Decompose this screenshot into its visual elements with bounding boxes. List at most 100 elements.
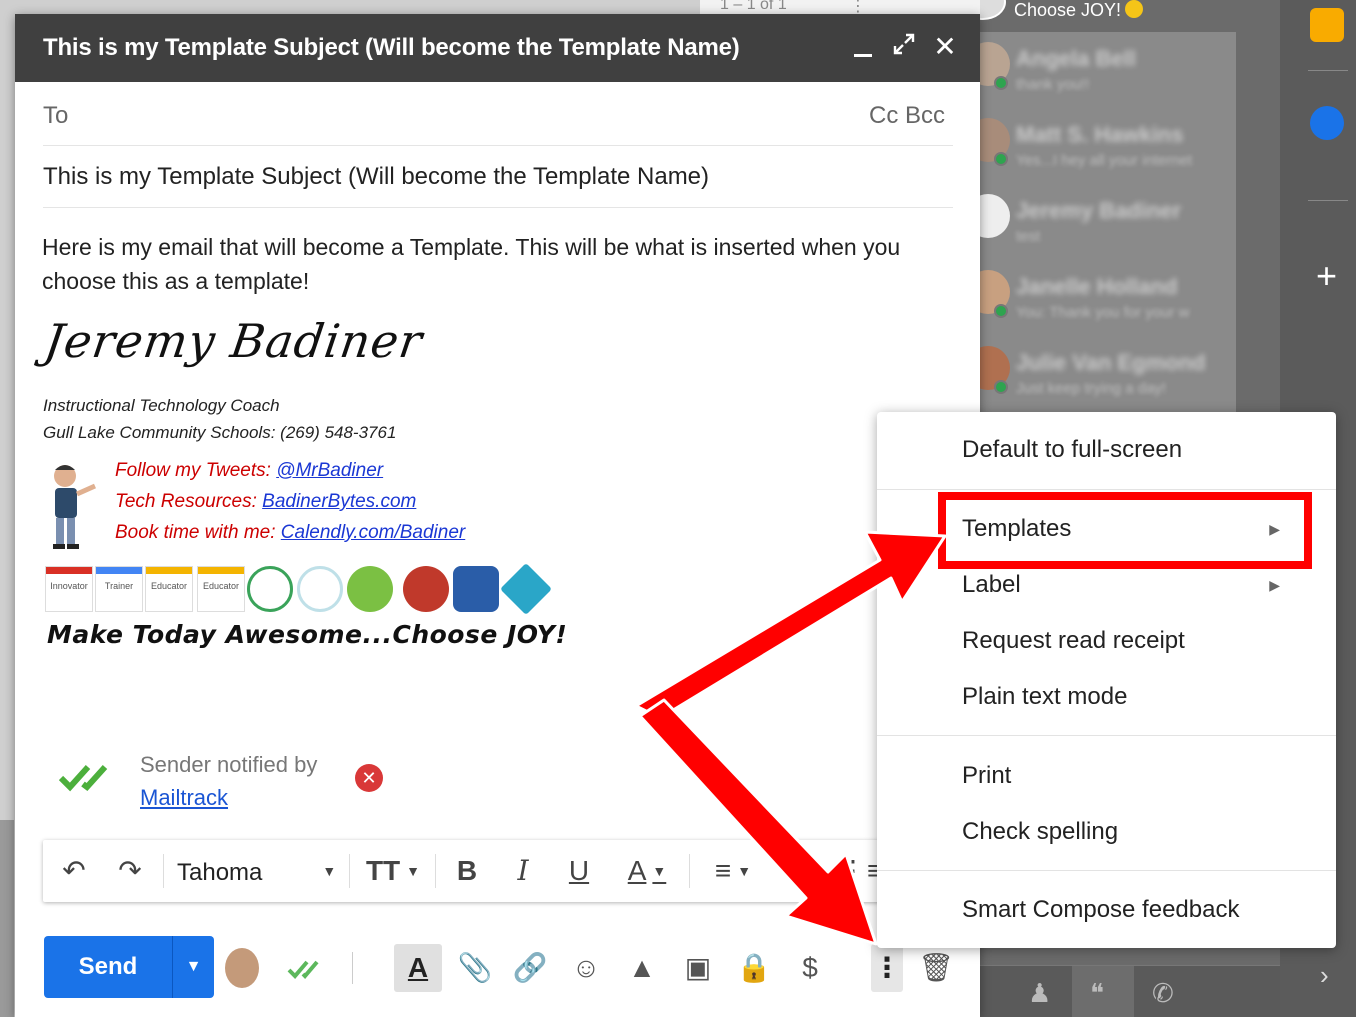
font-name: Tahoma [177,859,263,886]
mailtrack-toggle-icon[interactable] [285,948,325,988]
innovator-badge: Innovator [45,566,93,612]
contact-name: Julie Van Egmond [1016,350,1206,375]
bitmoji-image [53,465,97,549]
chat-header: Choose JOY! [980,0,1280,28]
twitter-link[interactable]: @MrBadiner [276,460,383,481]
remove-mailtrack-icon[interactable]: ✕ [355,764,383,792]
chat-status-text: Choose JOY! [1014,0,1122,20]
text-color-icon[interactable]: A ▼ [619,852,675,890]
signature-line-twitter: Follow my Tweets: @MrBadiner [115,460,383,482]
pager-text: 1 – 1 of 1 [720,0,787,13]
toolbar-divider [435,854,436,888]
contact-name: Jeremy Badiner [1016,198,1182,223]
resources-link[interactable]: BadinerBytes.com [262,491,416,512]
formatting-options-icon[interactable]: A [398,948,438,988]
trainer-badge: Trainer [95,566,143,612]
menu-item-smart-compose-feedback[interactable]: Smart Compose feedback [877,884,1336,936]
chevron-down-icon: ▼ [406,863,421,879]
add-addon-icon[interactable]: + [1316,258,1337,294]
online-dot [994,304,1008,318]
to-label: To [43,102,69,129]
tasks-icon[interactable] [1310,106,1344,140]
minimize-icon[interactable] [850,36,878,66]
emoji-icon[interactable]: ☺ [566,948,606,988]
online-dot [994,152,1008,166]
pager-bar: 1 – 1 of 1 ⋮ [700,0,980,15]
photo-icon[interactable]: ▣ [678,948,718,988]
menu-item-read-receipt[interactable]: Request read receipt [877,615,1336,667]
signature-line-resources: Tech Resources: BadinerBytes.com [115,491,416,513]
bulleted-list-icon[interactable]: ⋮≡ [839,852,883,890]
drive-icon[interactable]: ▲ [622,948,662,988]
align-icon[interactable]: ≡ ▼ [703,852,763,890]
menu-item-print[interactable]: Print [877,750,1336,802]
text-size-icon[interactable]: TT ▼ [361,852,425,890]
email-body[interactable]: Here is my email that will become a Temp… [42,230,922,298]
signature-label: Tech Resources: [115,491,257,512]
keep-icon[interactable] [1310,8,1344,42]
signature-name: Jeremy Badiner [41,314,427,368]
signature-label: Follow my Tweets: [115,460,271,481]
schedule-send-dropdown[interactable]: ▼ [172,936,214,998]
toolbar-divider [352,952,353,984]
bitmoji-avatar-icon[interactable] [225,948,259,988]
menu-item-check-spelling[interactable]: Check spelling [877,806,1336,858]
chat-contact[interactable]: Janelle Holland You: Thank you for your … [980,260,1236,330]
send-money-icon[interactable]: $ [790,948,830,988]
subject-field[interactable]: This is my Template Subject (Will become… [43,146,953,208]
menu-item-full-screen[interactable]: Default to full-screen [877,424,1336,476]
toolbar-divider [349,854,350,888]
chat-contact[interactable]: Jeremy Badiner test [980,184,1236,254]
chat-contact[interactable]: Matt S. Hawkins Yes...I hey all your int… [980,108,1236,178]
certified-expert-badge [453,566,499,612]
chevron-right-icon[interactable]: › [1320,960,1329,991]
contact-message: Just keep trying a day! [1016,380,1167,397]
rail-divider [1308,200,1348,201]
contact-name: Matt S. Hawkins [1016,122,1184,147]
formatting-toolbar: ↶ ↷ Tahoma ▼ TT ▼ B I U A ▼ ≡ ▼ ≡ ⋮≡ [43,840,893,902]
font-selector[interactable]: Tahoma ▼ [177,852,336,890]
signature-label: Book time with me: [115,522,276,543]
mailtrack-link[interactable]: Mailtrack [140,785,228,811]
expand-icon[interactable] [890,32,918,62]
contact-name: Janelle Holland [1016,274,1178,299]
chat-bottom-tabs: ♟ ❝ ✆ [980,965,1280,1017]
menu-item-plain-text[interactable]: Plain text mode [877,671,1336,723]
user-avatar[interactable] [980,0,1006,20]
undo-icon[interactable]: ↶ [55,852,93,890]
background-stripe [0,820,14,1017]
send-button[interactable]: Send [44,936,172,998]
attach-icon[interactable]: 📎 [455,948,495,988]
calendly-link[interactable]: Calendly.com/Badiner [281,522,465,543]
confidential-mode-icon[interactable]: 🔒 [734,948,774,988]
online-dot [994,76,1008,90]
hangouts-icon[interactable]: ❝ [1090,978,1104,1009]
chevron-down-icon: ▼ [322,863,337,879]
signature-line-calendly: Book time with me: Calendly.com/Badiner [115,522,465,544]
numbered-list-icon[interactable]: ≡ [783,852,819,890]
templates-highlight-box [938,492,1312,569]
underline-icon[interactable]: U [563,852,595,890]
chat-contact[interactable]: Julie Van Egmond Just keep trying a day! [980,336,1236,406]
cc-bcc-link[interactable]: Cc Bcc [869,102,945,130]
round-badge [297,566,343,612]
contact-message: thank you!! [1016,76,1090,93]
phone-icon[interactable]: ✆ [1152,978,1174,1009]
close-icon[interactable]: ✕ [931,32,959,62]
italic-icon[interactable]: I [507,852,539,890]
more-options-icon[interactable]: ⋮ [867,948,907,988]
compose-header[interactable]: This is my Template Subject (Will become… [15,14,980,82]
toolbar-divider [689,854,690,888]
contact-name: Angela Bell [1016,46,1136,71]
person-icon[interactable]: ♟ [1028,978,1051,1009]
bold-icon[interactable]: B [451,852,483,890]
discard-draft-icon[interactable]: 🗑 [916,948,956,988]
chat-contact[interactable]: Angela Bell thank you!! [980,32,1236,102]
classcraft-badge [347,566,393,612]
redo-icon[interactable]: ↷ [111,852,149,890]
compose-window: This is my Template Subject (Will become… [15,14,980,1017]
educator-badge: Educator [197,566,245,612]
link-icon[interactable]: 🔗 [510,948,550,988]
menu-divider [877,870,1336,871]
recipients-field[interactable]: To Cc Bcc [43,82,953,146]
